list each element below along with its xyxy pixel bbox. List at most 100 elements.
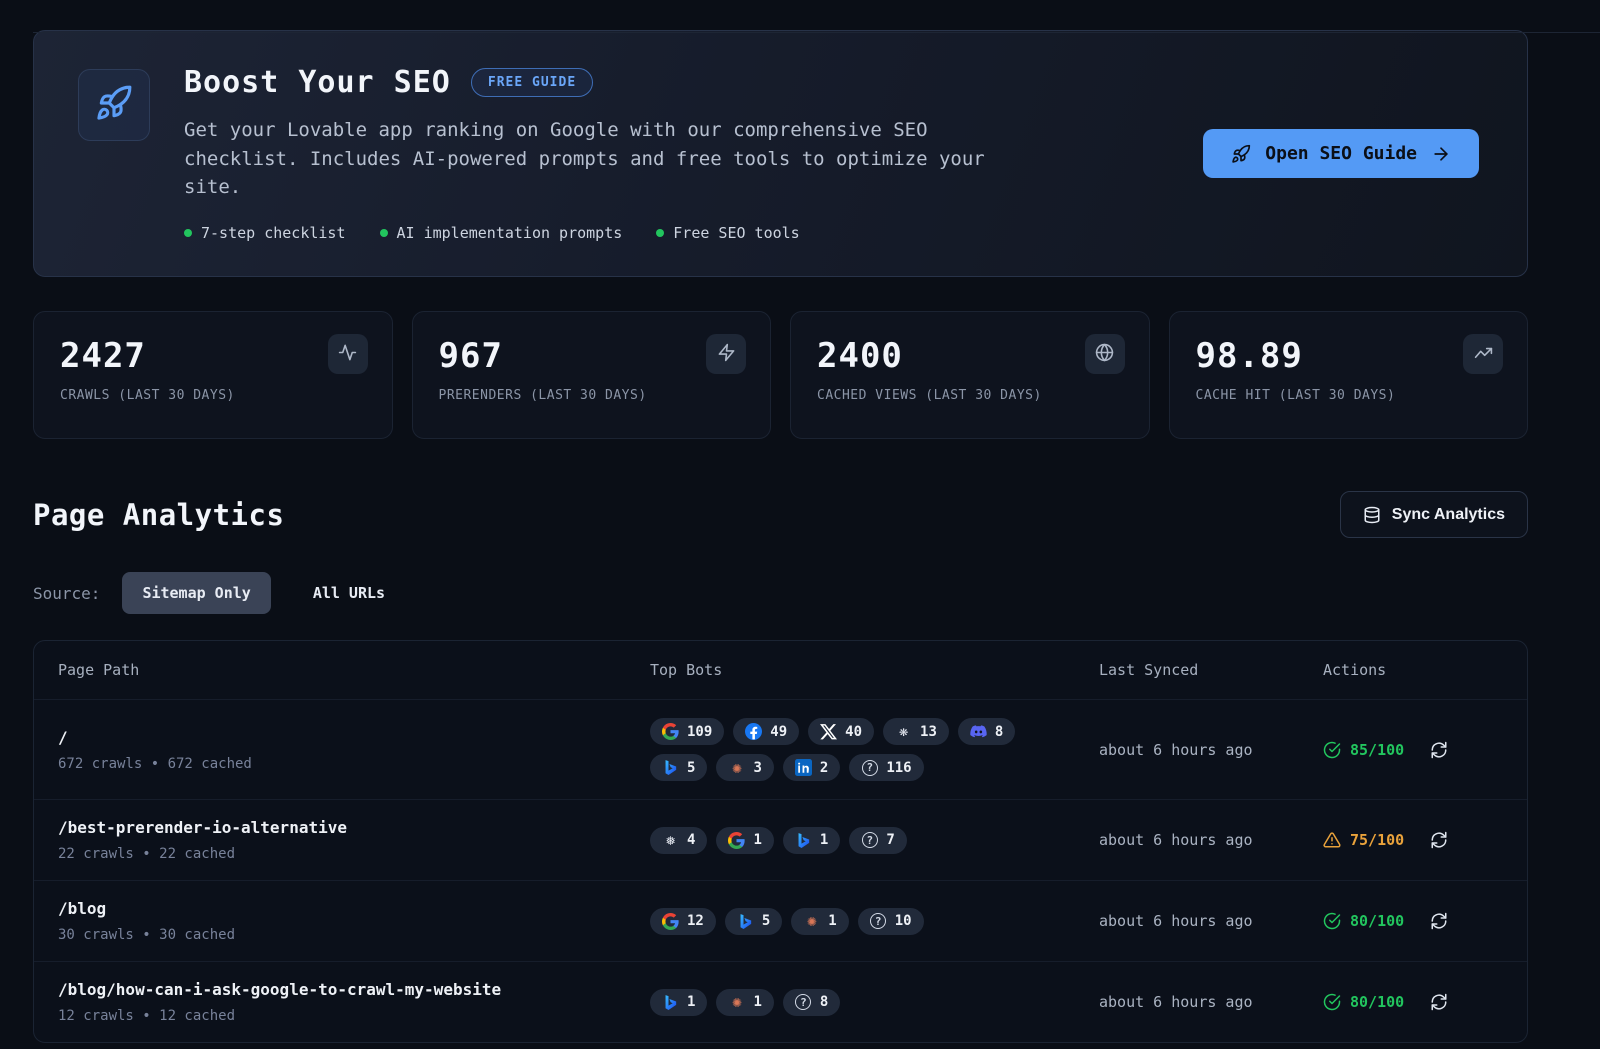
refresh-icon [1430, 831, 1448, 849]
google-icon [662, 723, 679, 740]
check-circle-icon [1323, 912, 1341, 930]
bot-badge-claude: ✺1 [716, 989, 773, 1016]
feature-item: 7-step checklist [184, 224, 346, 242]
bot-badge-google: 109 [650, 718, 724, 745]
unknown-bot-icon: ? [861, 759, 878, 776]
feature-label: 7-step checklist [201, 224, 346, 242]
check-circle-icon [1323, 993, 1341, 1011]
source-option-all-urls[interactable]: All URLs [293, 572, 405, 614]
activity-icon [328, 334, 368, 374]
bot-badge-bing: 1 [783, 827, 840, 854]
claude-icon: ✺ [728, 759, 745, 776]
free-guide-badge: FREE GUIDE [471, 68, 593, 97]
green-dot-icon [184, 229, 192, 237]
bot-badges: 1 ✺1 ?8 [650, 989, 1099, 1016]
col-header-last-synced: Last Synced [1099, 661, 1323, 679]
seo-score: 80/100 [1323, 912, 1404, 930]
bing-icon [737, 913, 754, 930]
stat-label: PRERENDERS (LAST 30 DAYS) [439, 388, 745, 403]
page-meta: 12 crawls • 12 cached [58, 1008, 650, 1024]
refresh-icon [1430, 993, 1448, 1011]
facebook-icon [745, 723, 762, 740]
discord-icon [970, 723, 987, 740]
page-path: /blog/how-can-i-ask-google-to-crawl-my-w… [58, 980, 650, 999]
bot-badge-unknown: ?10 [858, 908, 924, 935]
table-row: / 672 crawls • 672 cached 109 49 40 ❋13 … [34, 699, 1527, 799]
source-option-sitemap-only[interactable]: Sitemap Only [122, 572, 270, 614]
table-row: /blog 30 crawls • 30 cached 12 5 ✺1 ?10 … [34, 880, 1527, 961]
last-synced: about 6 hours ago [1099, 912, 1323, 930]
database-icon [1363, 506, 1381, 524]
unknown-bot-icon: ? [861, 832, 878, 849]
source-label: Source: [33, 584, 100, 603]
bot-badge-bing: 5 [725, 908, 782, 935]
bot-badge-google: 12 [650, 908, 716, 935]
stat-value: 2427 [60, 336, 366, 376]
feature-item: Free SEO tools [656, 224, 799, 242]
green-dot-icon [380, 229, 388, 237]
col-header-page-path: Page Path [58, 661, 650, 679]
bot-badge-unknown: ?8 [783, 989, 840, 1016]
feature-label: Free SEO tools [673, 224, 799, 242]
refresh-button[interactable] [1430, 831, 1448, 849]
globe-icon [1085, 334, 1125, 374]
refresh-button[interactable] [1430, 912, 1448, 930]
arrow-right-icon [1431, 144, 1451, 164]
open-seo-guide-button[interactable]: Open SEO Guide [1203, 129, 1479, 178]
seo-score: 85/100 [1323, 741, 1404, 759]
page-path: /blog [58, 899, 650, 918]
zap-icon [706, 334, 746, 374]
stat-card-cached-views: 2400 CACHED VIEWS (LAST 30 DAYS) [790, 311, 1150, 439]
bot-badge-bing: 5 [650, 754, 707, 781]
bot-badge-spider: ❅4 [650, 827, 707, 854]
bing-icon [662, 759, 679, 776]
col-header-top-bots: Top Bots [650, 661, 1099, 679]
table-row: /blog/how-can-i-ask-google-to-crawl-my-w… [34, 961, 1527, 1042]
unknown-bot-icon: ? [795, 994, 812, 1011]
page-path: /best-prerender-io-alternative [58, 818, 650, 837]
stat-value: 2400 [817, 336, 1123, 376]
banner-features: 7-step checklist AI implementation promp… [184, 224, 1169, 242]
refresh-button[interactable] [1430, 741, 1448, 759]
claude-icon: ✺ [728, 994, 745, 1011]
stat-label: CRAWLS (LAST 30 DAYS) [60, 388, 366, 403]
page-meta: 672 crawls • 672 cached [58, 756, 650, 772]
google-icon [728, 832, 745, 849]
table-row: /best-prerender-io-alternative 22 crawls… [34, 799, 1527, 880]
refresh-button[interactable] [1430, 993, 1448, 1011]
last-synced: about 6 hours ago [1099, 741, 1323, 759]
stat-card-cache-hit: 98.89 CACHE HIT (LAST 30 DAYS) [1169, 311, 1529, 439]
bot-badges: ❅4 1 1 ?7 [650, 827, 1099, 854]
stat-value: 967 [439, 336, 745, 376]
refresh-icon [1430, 912, 1448, 930]
sync-analytics-button[interactable]: Sync Analytics [1340, 491, 1528, 538]
sync-analytics-label: Sync Analytics [1392, 506, 1505, 524]
refresh-icon [1430, 741, 1448, 759]
page-meta: 22 crawls • 22 cached [58, 846, 650, 862]
dashboard-page: Boost Your SEO FREE GUIDE Get your Lovab… [33, 30, 1528, 1043]
banner-title: Boost Your SEO [184, 65, 451, 100]
google-icon [662, 913, 679, 930]
banner-description: Get your Lovable app ranking on Google w… [184, 116, 1014, 203]
stat-card-prerenders: 967 PRERENDERS (LAST 30 DAYS) [412, 311, 772, 439]
rocket-icon [95, 84, 133, 126]
bot-badge-facebook: 49 [733, 718, 799, 745]
spider-bot-icon: ❅ [662, 832, 679, 849]
stat-cards: 2427 CRAWLS (LAST 30 DAYS) 967 PRERENDER… [33, 311, 1528, 439]
bot-badge-discord: 8 [958, 718, 1015, 745]
stat-card-crawls: 2427 CRAWLS (LAST 30 DAYS) [33, 311, 393, 439]
stat-label: CACHED VIEWS (LAST 30 DAYS) [817, 388, 1123, 403]
bot-badge-openai: ❋13 [883, 718, 949, 745]
last-synced: about 6 hours ago [1099, 831, 1323, 849]
bot-badge-bing: 1 [650, 989, 707, 1016]
bing-icon [795, 832, 812, 849]
linkedin-icon [795, 759, 812, 776]
seo-score: 75/100 [1323, 831, 1404, 849]
bot-badge-unknown: ?7 [849, 827, 906, 854]
bot-badge-claude: ✺1 [791, 908, 848, 935]
rocket-icon-tile [78, 69, 150, 141]
last-synced: about 6 hours ago [1099, 993, 1323, 1011]
col-header-actions: Actions [1323, 661, 1503, 679]
bing-icon [662, 994, 679, 1011]
page-analytics-table: Page Path Top Bots Last Synced Actions /… [33, 640, 1528, 1043]
